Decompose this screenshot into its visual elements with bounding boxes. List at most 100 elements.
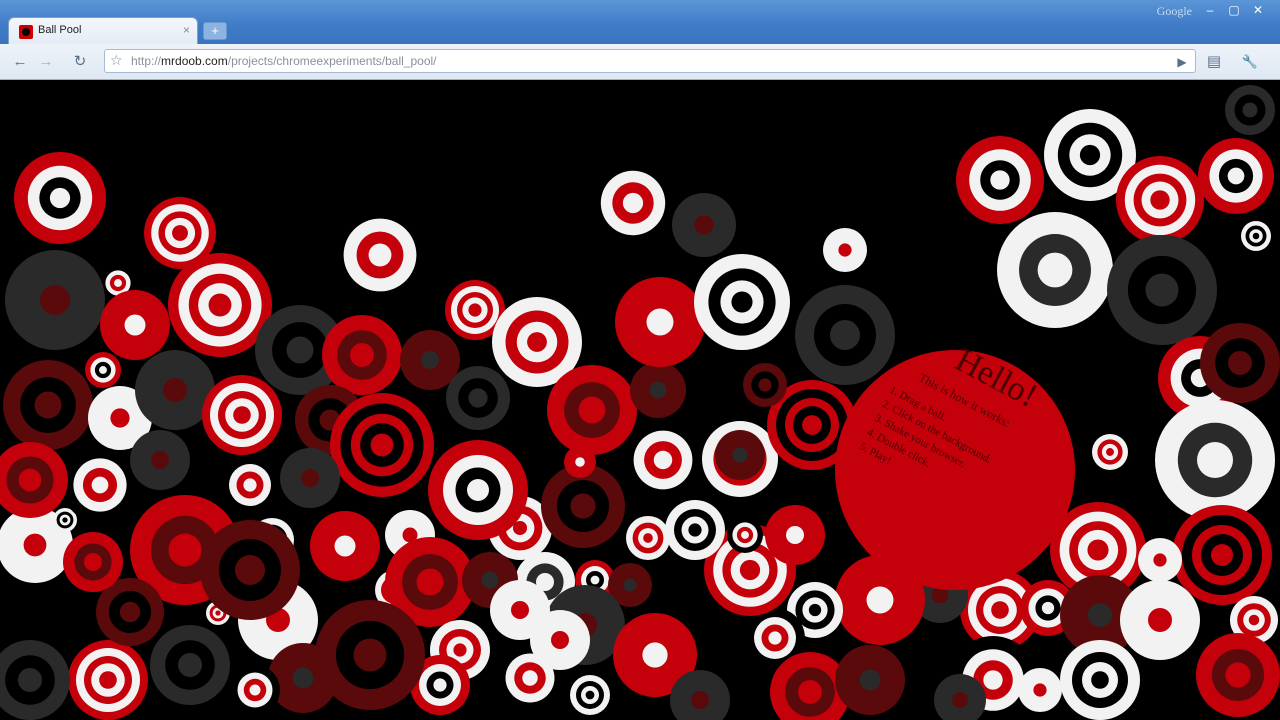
ball[interactable]: [1107, 235, 1217, 345]
ball[interactable]: [672, 193, 736, 257]
document-menu-icon[interactable]: ▤: [1204, 52, 1224, 72]
ball-ring: [642, 642, 668, 668]
ball-ring: [551, 631, 569, 649]
ball-ring: [99, 671, 117, 689]
bookmark-star-icon[interactable]: ☆: [110, 52, 123, 69]
ball[interactable]: [765, 505, 825, 565]
ball[interactable]: [630, 362, 686, 418]
new-tab-button[interactable]: +: [203, 22, 227, 40]
ball[interactable]: [1155, 400, 1275, 520]
ball[interactable]: [202, 375, 282, 455]
ball-ring: [983, 670, 1003, 690]
ball[interactable]: [63, 532, 123, 592]
ball[interactable]: [230, 665, 280, 715]
ball[interactable]: [200, 520, 300, 620]
ball-ring: [798, 680, 822, 704]
ball-ring: [368, 243, 392, 267]
ball[interactable]: [1196, 633, 1280, 717]
ball-ring: [1091, 671, 1109, 689]
ball[interactable]: [626, 516, 670, 560]
address-bar[interactable]: ☆ http://mrdoob.com/projects/chromeexper…: [104, 49, 1196, 73]
ball[interactable]: [85, 352, 121, 388]
ball[interactable]: [823, 228, 867, 272]
forward-button[interactable]: →: [36, 52, 56, 72]
title-bar: Google – ▢ ✕ Ball Pool × +: [0, 0, 1280, 44]
ball[interactable]: [100, 290, 170, 360]
ball-ring: [292, 667, 314, 689]
ball[interactable]: [280, 448, 340, 508]
ball[interactable]: [1138, 538, 1182, 582]
ball-ring: [739, 559, 761, 581]
ball[interactable]: [5, 250, 105, 350]
ball[interactable]: [3, 360, 93, 450]
ball-ring: [859, 669, 881, 691]
ball[interactable]: [665, 500, 725, 560]
ball-ring: [1227, 167, 1245, 185]
ball-ring: [334, 535, 356, 557]
ball-ring: [18, 468, 42, 492]
ball-ring: [570, 493, 596, 519]
ball[interactable]: [615, 277, 705, 367]
ball[interactable]: [956, 136, 1044, 224]
ball[interactable]: [1116, 156, 1204, 244]
ball[interactable]: [570, 675, 610, 715]
ball[interactable]: [1198, 138, 1274, 214]
ball[interactable]: [1092, 434, 1128, 470]
ball[interactable]: [310, 511, 380, 581]
ball[interactable]: [795, 285, 895, 385]
ball-ring: [23, 533, 47, 557]
ball[interactable]: [1060, 640, 1140, 720]
ball[interactable]: [587, 157, 679, 249]
ball[interactable]: [547, 365, 637, 455]
back-button[interactable]: ←: [10, 52, 30, 72]
page-menu-icon[interactable]: ▶: [1172, 52, 1192, 72]
ball[interactable]: [150, 625, 230, 705]
ball[interactable]: [322, 315, 402, 395]
ball[interactable]: [268, 643, 338, 713]
ball[interactable]: [1241, 221, 1271, 251]
ball[interactable]: [727, 517, 763, 553]
ball[interactable]: [530, 610, 590, 670]
wrench-icon[interactable]: 🔧: [1240, 52, 1260, 72]
ball-pool-svg[interactable]: Hello!This is how it works:1. Drag a bal…: [0, 80, 1280, 720]
ball[interactable]: [564, 446, 596, 478]
ball[interactable]: [446, 366, 510, 430]
ball[interactable]: [0, 442, 68, 518]
ball-ring: [786, 526, 804, 544]
ball[interactable]: [328, 203, 432, 307]
ball-ring: [1088, 603, 1112, 627]
minimize-button[interactable]: –: [1198, 2, 1222, 18]
ball[interactable]: [1172, 505, 1272, 605]
ball[interactable]: [1018, 668, 1062, 712]
ball[interactable]: [743, 363, 787, 407]
ball[interactable]: [130, 430, 190, 490]
ball[interactable]: [68, 640, 148, 720]
ball[interactable]: [428, 440, 528, 540]
ball[interactable]: [330, 393, 434, 497]
ball[interactable]: [835, 645, 905, 715]
ball[interactable]: [715, 430, 765, 480]
tab-close-button[interactable]: ×: [183, 23, 190, 37]
ball[interactable]: [62, 447, 138, 523]
ball[interactable]: [14, 152, 106, 244]
maximize-button[interactable]: ▢: [1222, 2, 1246, 18]
ball-pool-canvas[interactable]: Hello! This is how it works: 1. Drag a bal…: [0, 80, 1280, 720]
ball-ring: [163, 378, 187, 402]
close-window-button[interactable]: ✕: [1246, 2, 1270, 18]
tab-ball-pool[interactable]: Ball Pool ×: [8, 17, 198, 44]
ball[interactable]: [1225, 85, 1275, 135]
ball[interactable]: [0, 640, 70, 720]
ball-ring: [1087, 539, 1109, 561]
ball[interactable]: [694, 254, 790, 350]
ball-ring: [286, 336, 314, 364]
ball[interactable]: [220, 455, 280, 515]
ball[interactable]: [997, 212, 1113, 328]
ball-ring: [646, 308, 674, 336]
ball-ring: [1041, 601, 1055, 615]
reload-button[interactable]: ↻: [70, 52, 90, 72]
ball[interactable]: [1200, 323, 1280, 403]
ball-ring: [1242, 102, 1258, 118]
ball[interactable]: [621, 418, 705, 502]
ball[interactable]: [1120, 580, 1200, 660]
ball-ring: [1033, 683, 1047, 697]
